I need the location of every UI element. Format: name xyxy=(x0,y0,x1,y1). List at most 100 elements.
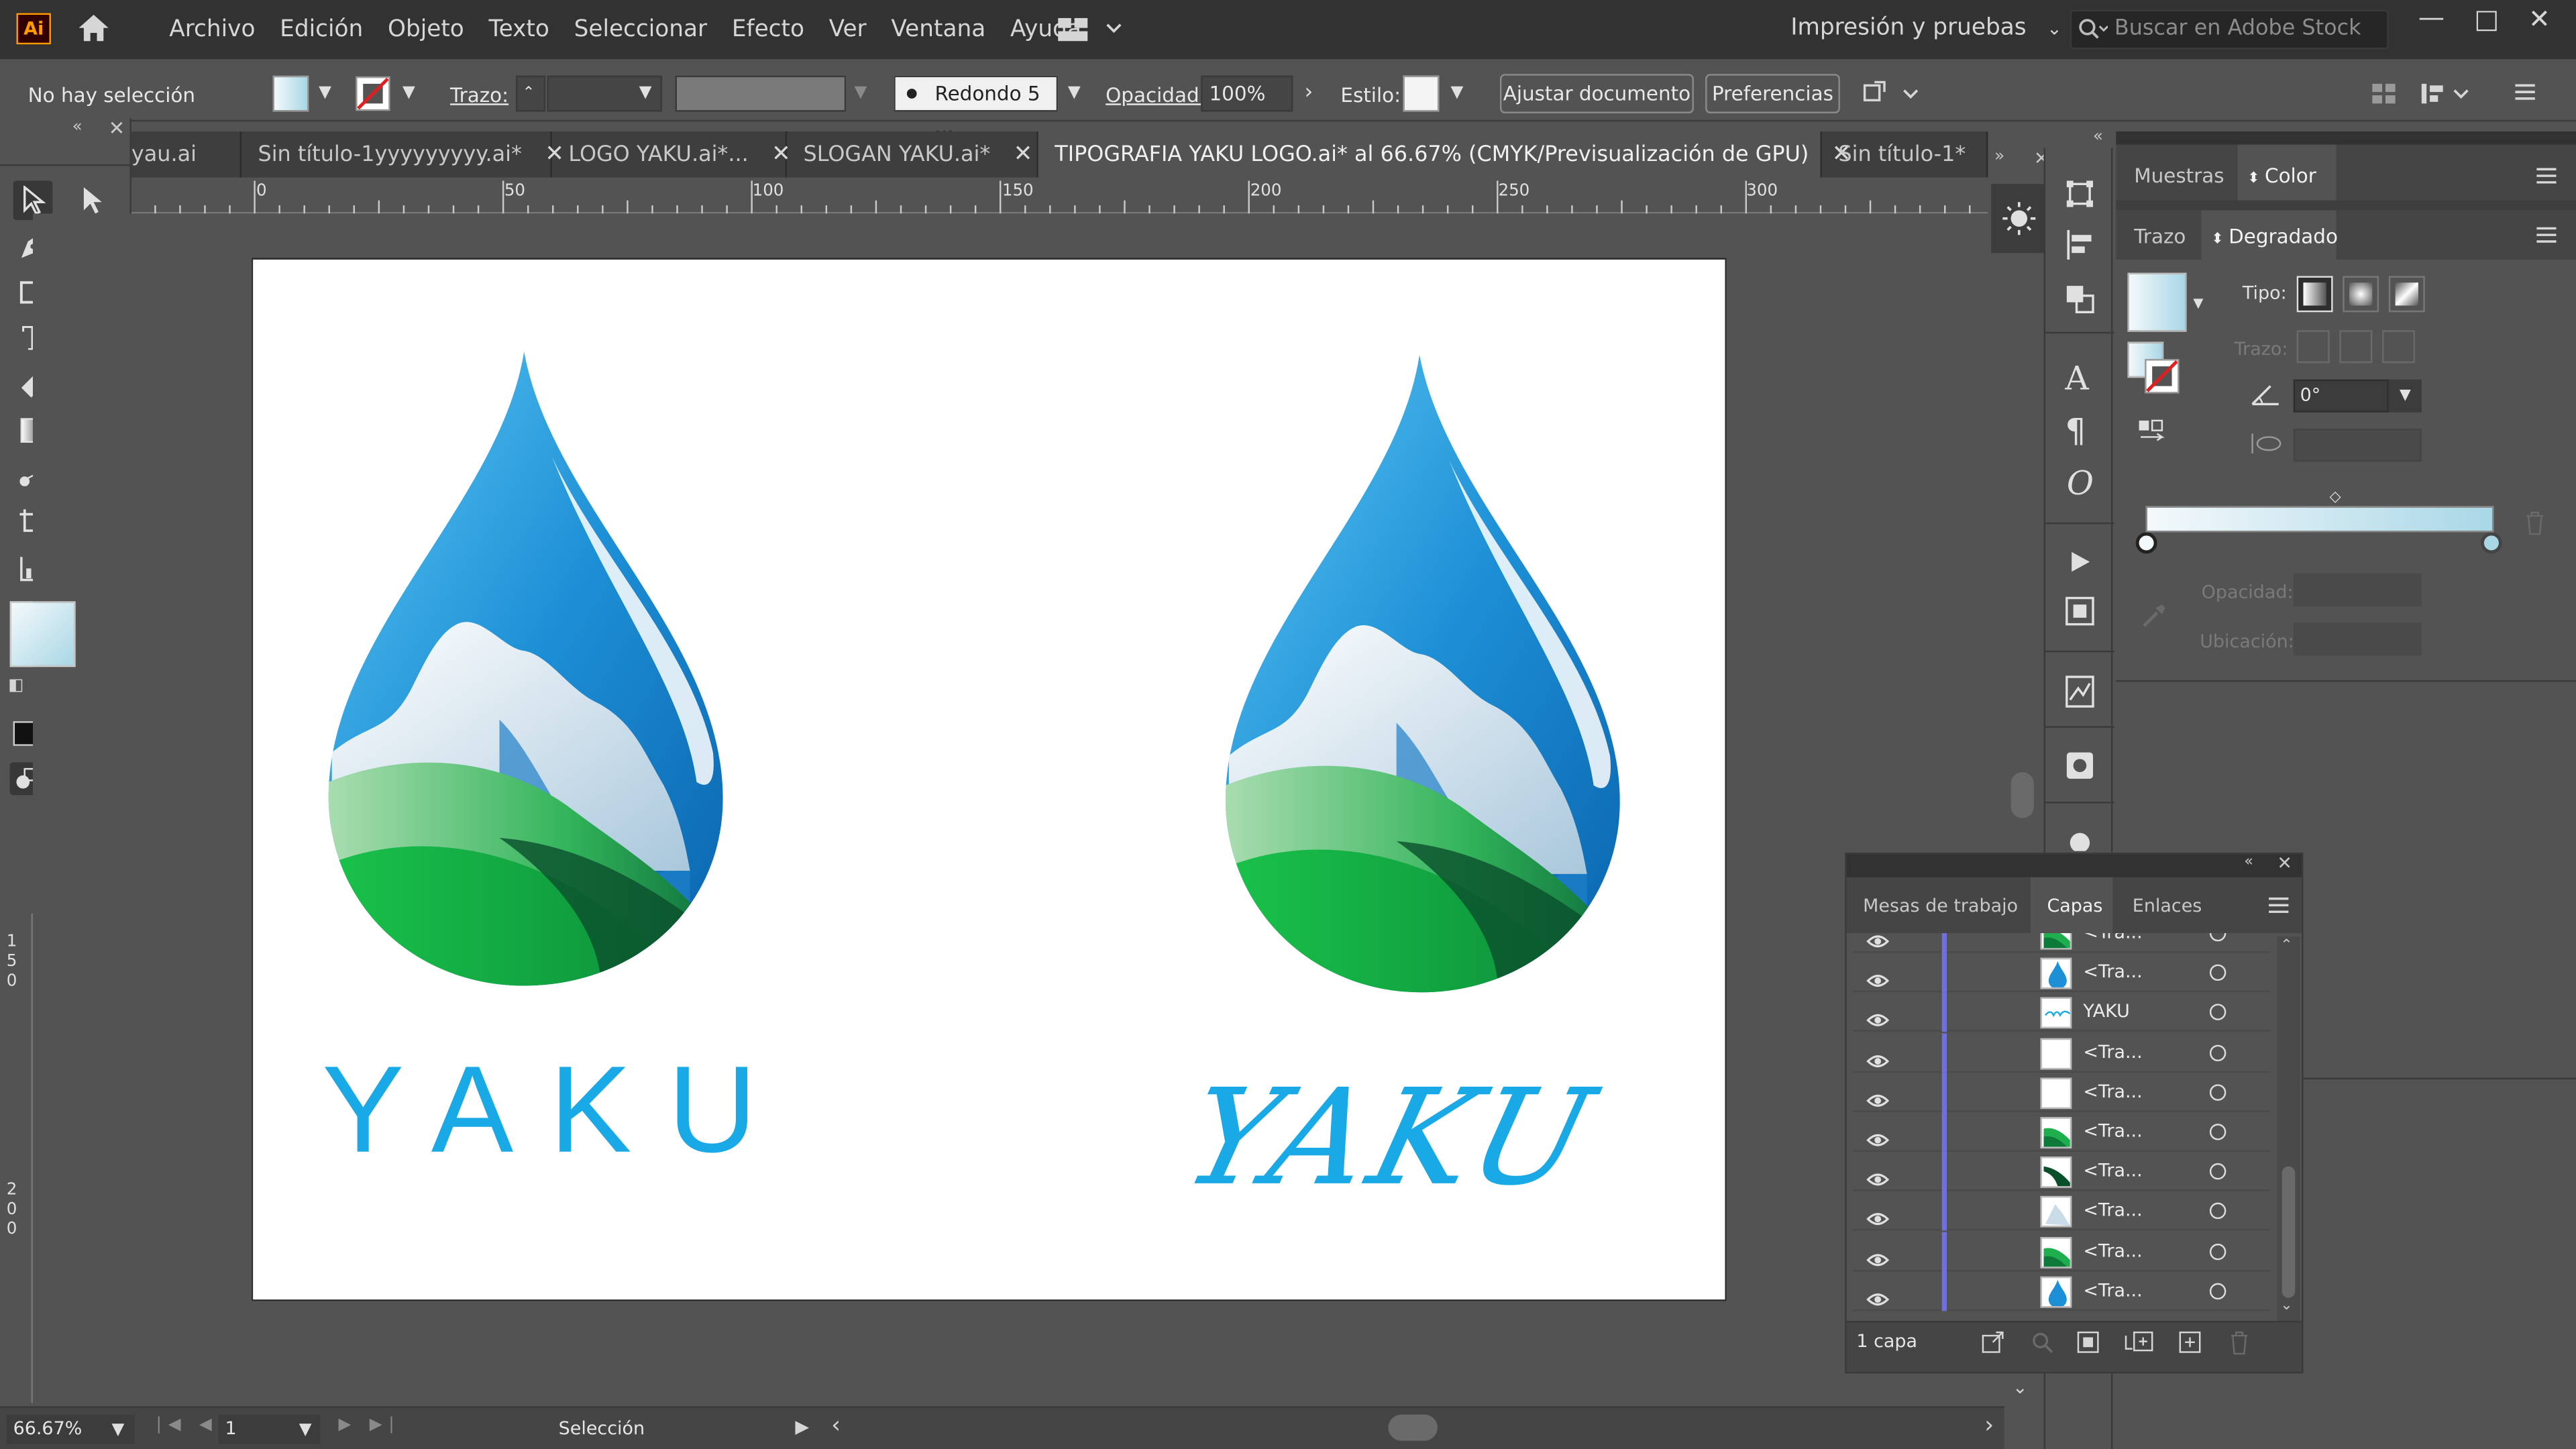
target-circle-icon[interactable] xyxy=(2209,1124,2226,1140)
tab-slogan-yaku[interactable]: SLOGAN YAKU.ai* ✕ xyxy=(787,131,1038,178)
close-panel-icon[interactable]: ✕ xyxy=(2277,853,2292,874)
layer-name[interactable]: YAKU xyxy=(2083,1001,2129,1022)
angle-dropdown[interactable]: ▼ xyxy=(2388,379,2422,413)
chevron-down-icon[interactable]: ▼ xyxy=(319,84,331,102)
stop-opacity-field[interactable] xyxy=(2293,573,2422,606)
vertical-scrollbar-thumb[interactable] xyxy=(2010,772,2034,818)
visibility-eye-icon[interactable] xyxy=(1866,1163,1890,1195)
chevron-down-icon[interactable]: ▼ xyxy=(112,1421,125,1439)
chevron-right-icon[interactable]: › xyxy=(1305,80,1313,105)
layer-row[interactable]: <Tra... xyxy=(1853,1112,2271,1155)
close-tab-icon[interactable]: ✕ xyxy=(1014,142,1033,168)
ajustar-documento-button[interactable]: Ajustar documento xyxy=(1499,74,1694,113)
locate-object-icon[interactable] xyxy=(2031,1331,2053,1354)
layer-name[interactable]: <Tra... xyxy=(2083,1081,2142,1102)
minimize-button[interactable]: — xyxy=(2418,1,2445,33)
target-circle-icon[interactable] xyxy=(2209,1242,2226,1260)
panel-menu-icon[interactable] xyxy=(2536,168,2557,184)
menu-efecto[interactable]: Efecto xyxy=(732,16,804,42)
target-circle-icon[interactable] xyxy=(2209,1004,2226,1021)
chevron-down-icon[interactable]: ▼ xyxy=(299,1421,312,1439)
arrange-documents-icon[interactable] xyxy=(1058,16,1130,42)
workspace-switcher[interactable]: Impresión y pruebas ⌄ xyxy=(1790,15,2061,41)
maximize-button[interactable]: □ xyxy=(2474,3,2499,35)
expand-panels-icon[interactable]: » xyxy=(1994,148,2004,166)
visibility-eye-icon[interactable] xyxy=(1866,1203,1890,1235)
brush-definition[interactable]: Redondo 5 ... xyxy=(894,75,1059,138)
panel-menu-icon[interactable] xyxy=(2269,897,2289,913)
chevron-down-icon[interactable]: ▼ xyxy=(639,84,652,102)
target-circle-icon[interactable] xyxy=(2209,1163,2226,1180)
stroke-across-button[interactable] xyxy=(2382,330,2416,364)
menu-edicion[interactable]: Edición xyxy=(280,16,363,42)
align-panel-icon[interactable] xyxy=(2063,227,2096,263)
aspect-ratio-field[interactable] xyxy=(2293,429,2422,462)
visibility-eye-icon[interactable] xyxy=(1866,1283,1890,1314)
layer-row[interactable]: <Tra... xyxy=(1853,1271,2271,1314)
artboard[interactable]: YAKU YAKU xyxy=(251,258,1727,1301)
stroke-stepper[interactable]: ⌃ xyxy=(515,75,546,112)
arrange-icon[interactable] xyxy=(1862,79,1921,109)
tab-sin-titulo-1[interactable]: Sin título-1* xyxy=(1822,131,1988,178)
close-window-button[interactable]: ✕ xyxy=(2528,3,2551,35)
asset-export-panel-icon[interactable] xyxy=(2063,595,2096,628)
menu-archivo[interactable]: Archivo xyxy=(169,16,255,42)
layers-scrollbar[interactable]: ⌃ ⌄ xyxy=(2277,936,2300,1321)
visibility-eye-icon[interactable] xyxy=(1866,1243,1890,1275)
tab-muestras[interactable]: Muestras xyxy=(2134,164,2224,187)
gradient-slider[interactable] xyxy=(2145,506,2494,533)
target-circle-icon[interactable] xyxy=(2209,1203,2226,1220)
collapse-panel-icon[interactable]: « xyxy=(2093,128,2103,146)
chevron-down-icon[interactable]: ▼ xyxy=(402,84,415,102)
menu-ventana[interactable]: Ventana xyxy=(891,16,985,42)
gradient-stop-end[interactable] xyxy=(2480,532,2502,554)
layer-row[interactable]: YAKU xyxy=(1853,993,2271,1032)
delete-stop-icon[interactable] xyxy=(2524,509,2546,535)
export-icon[interactable] xyxy=(1981,1331,2004,1354)
target-circle-icon[interactable] xyxy=(2209,1044,2226,1061)
status-menu-arrow[interactable]: ▶ xyxy=(795,1416,809,1438)
preferencias-button[interactable]: Preferencias xyxy=(1705,74,1840,113)
stop-location-field[interactable] xyxy=(2293,623,2422,656)
home-icon[interactable] xyxy=(76,11,112,44)
first-prev-artboard-icon[interactable]: |◀ ◀ xyxy=(156,1416,219,1434)
libraries-panel-icon[interactable] xyxy=(2063,749,2096,782)
angle-field[interactable]: 0° xyxy=(2293,379,2389,413)
visibility-eye-icon[interactable] xyxy=(1866,1044,1890,1076)
eyedropper-icon[interactable] xyxy=(2139,601,2169,631)
stroke-label[interactable]: Trazo: xyxy=(450,84,508,107)
layer-name[interactable]: <Tra... xyxy=(2083,1041,2142,1063)
horizontal-scrollbar-thumb[interactable] xyxy=(1388,1414,1438,1441)
layer-name[interactable]: <Tra... xyxy=(2083,1200,2142,1222)
tab-enlaces[interactable]: Enlaces xyxy=(2133,896,2202,917)
scroll-down-icon[interactable]: ⌄ xyxy=(2280,1298,2292,1314)
close-toolbox-icon[interactable]: ✕ xyxy=(109,117,125,140)
visibility-eye-icon[interactable] xyxy=(1866,1124,1890,1155)
menu-objeto[interactable]: Objeto xyxy=(388,16,464,42)
layer-name[interactable]: <Tra... xyxy=(2083,1160,2142,1181)
fill-swatch[interactable] xyxy=(272,75,309,112)
delete-layer-icon[interactable] xyxy=(2228,1329,2251,1355)
character-panel-icon[interactable]: A xyxy=(2065,358,2088,398)
tab-yau[interactable]: yau.ai xyxy=(131,131,242,178)
layer-row[interactable]: <Tra... xyxy=(1853,1032,2271,1073)
layer-name[interactable]: <Tra... xyxy=(2083,961,2142,983)
appearance-sun-icon[interactable] xyxy=(2001,201,2037,237)
target-circle-icon[interactable] xyxy=(2209,933,2226,942)
scroll-up-icon[interactable]: ⌃ xyxy=(2280,938,2292,954)
align-icon[interactable] xyxy=(2371,80,2397,107)
menu-ver[interactable]: Ver xyxy=(829,16,867,42)
links-panel-icon[interactable] xyxy=(2063,828,2096,851)
scroll-down-icon[interactable]: ⌄ xyxy=(2012,1377,2028,1398)
gradient-midpoint-marker[interactable]: ◇ xyxy=(2330,490,2341,506)
graphic-style-swatch[interactable] xyxy=(1403,75,1440,112)
tab-sin-titulo-1yyy[interactable]: Sin título-1yyyyyyyyy.ai* ✕ xyxy=(241,131,564,178)
clipping-mask-icon[interactable] xyxy=(2077,1331,2100,1354)
collapse-toolbox-icon[interactable]: « xyxy=(72,118,83,136)
tab-trazo[interactable]: Trazo xyxy=(2134,225,2186,248)
target-circle-icon[interactable] xyxy=(2209,1083,2226,1101)
panel-menu-icon[interactable] xyxy=(2536,227,2557,243)
gradient-preview-swatch[interactable] xyxy=(2127,272,2187,332)
freeform-gradient-button[interactable] xyxy=(2388,276,2425,313)
visibility-eye-icon[interactable] xyxy=(1866,1004,1890,1036)
